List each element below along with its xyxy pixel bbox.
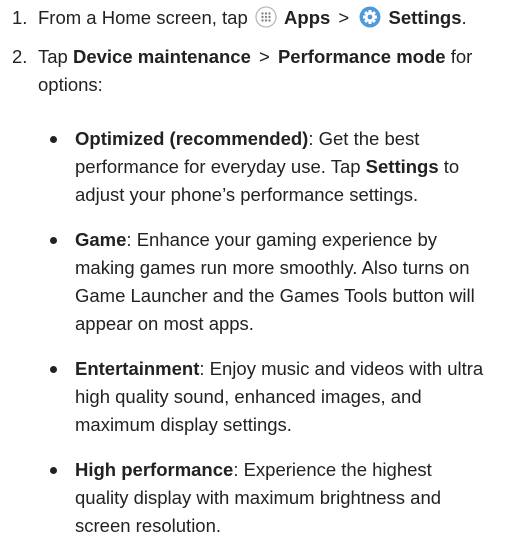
- device-maintenance-label: Device maintenance: [72, 46, 251, 67]
- option-term: High performance: [75, 459, 234, 480]
- step-number: 2.: [12, 46, 28, 67]
- option-text: Game: Enhance your gaming experience by …: [75, 226, 490, 338]
- instructions-document: 1. From a Home screen, tap Apps > Settin…: [0, 0, 526, 541]
- bullet-dot: [50, 237, 57, 244]
- step-prefix: From a Home screen, tap: [38, 7, 248, 28]
- apps-label: Apps: [284, 7, 331, 28]
- step-text: Tap Device maintenance > Performance mod…: [38, 43, 490, 99]
- bullet-dot: [50, 136, 57, 143]
- settings-gear-icon: [359, 6, 381, 28]
- option-term: Optimized (recommended): [75, 128, 309, 149]
- option-text: High performance: Experience the highest…: [75, 456, 490, 540]
- step-prefix: Tap: [38, 46, 68, 67]
- performance-mode-label: Performance mode: [277, 46, 446, 67]
- separator: >: [338, 7, 350, 28]
- settings-label: Settings: [388, 7, 462, 28]
- apps-grid-icon: [255, 6, 277, 28]
- bullet-dot: [50, 467, 57, 474]
- option-text: Optimized (recommended): Get the best pe…: [75, 125, 490, 209]
- option-term: Game: [75, 229, 127, 250]
- option-term: Entertainment: [75, 358, 200, 379]
- option-text: Entertainment: Enjoy music and videos wi…: [75, 355, 490, 439]
- option-desc: : Enhance your gaming experience by maki…: [75, 229, 475, 334]
- step-suffix: .: [461, 7, 467, 28]
- bullet-dot: [50, 366, 57, 373]
- settings-label: Settings: [365, 156, 439, 177]
- step-text: From a Home screen, tap Apps > Settings.: [38, 4, 490, 32]
- separator: >: [259, 46, 270, 67]
- step-number: 1.: [12, 7, 28, 28]
